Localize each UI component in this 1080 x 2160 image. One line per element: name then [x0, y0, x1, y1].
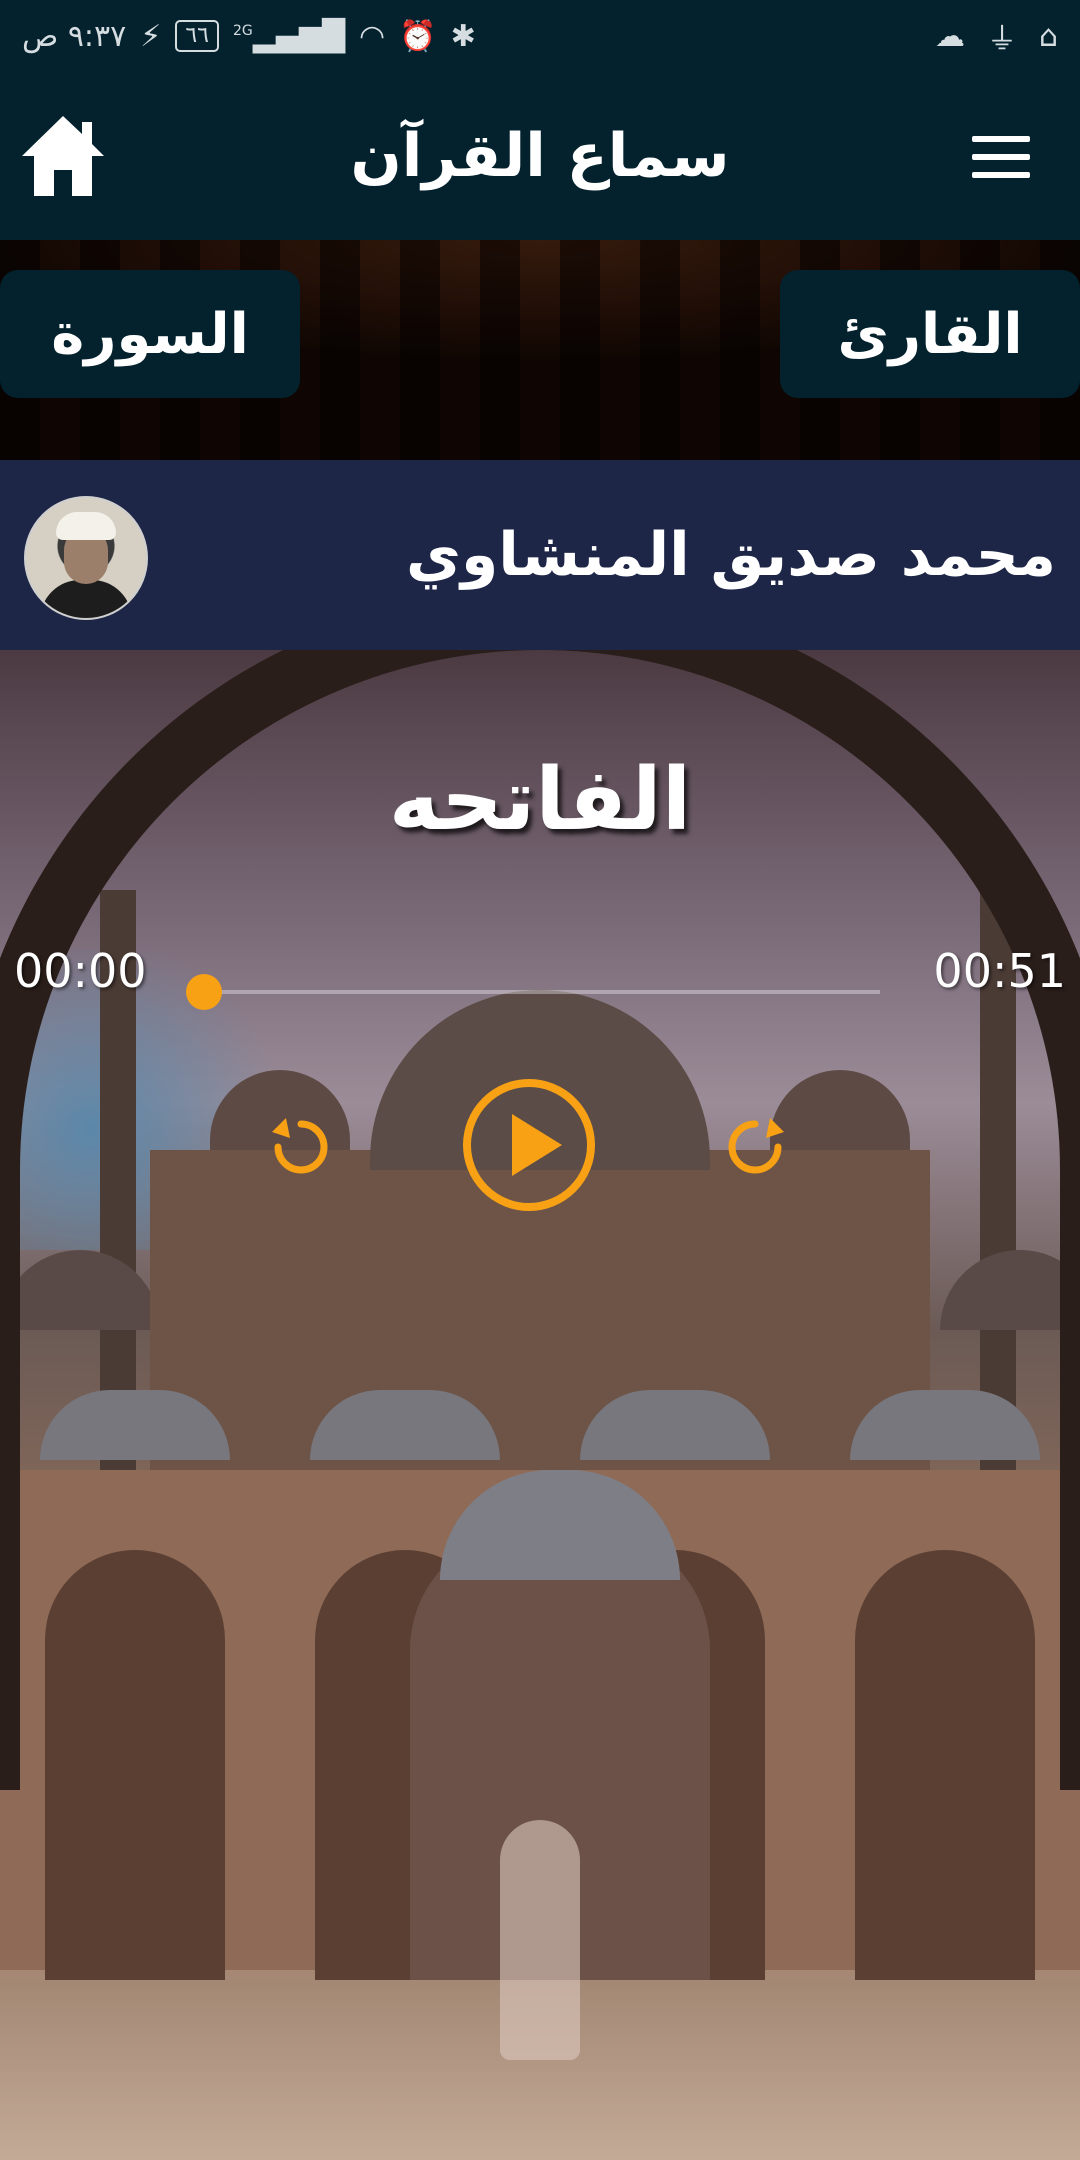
background-image-mosque: الفاتحه 00:00 00:51: [0, 650, 1080, 2160]
charging-icon: ⚡: [140, 18, 162, 54]
bluetooth-icon: ✱: [450, 18, 476, 54]
reader-bar[interactable]: محمد صديق المنشاوي: [0, 460, 1080, 650]
current-time: 00:00: [14, 944, 147, 998]
mosque-icon: ⌂: [1038, 18, 1058, 54]
rewind-icon[interactable]: [266, 1112, 336, 1182]
menu-line: [972, 172, 1030, 178]
usb-icon: ⏚: [986, 22, 1017, 57]
battery-icon: ٦٦: [175, 20, 219, 52]
status-bar-right: ☁ ⏚ ⌂: [935, 14, 1058, 58]
menu-line: [972, 136, 1030, 142]
person-figure: [500, 1820, 580, 2060]
alarm-icon: ⏰: [399, 18, 437, 54]
seek-bar-thumb[interactable]: [186, 974, 222, 1010]
status-bar-left: ٩:٣٧ ص ⚡ ٦٦ 2G▂▄▆█ ◠ ⏰ ✱: [22, 19, 476, 54]
cloud-icon: ☁: [934, 18, 965, 54]
clock: ٩:٣٧ ص: [22, 18, 127, 54]
surah-title: الفاتحه: [388, 750, 692, 850]
forward-icon[interactable]: [720, 1112, 790, 1182]
surah-button[interactable]: السورة: [0, 270, 300, 398]
avatar-body: [40, 580, 132, 618]
play-button[interactable]: [460, 1076, 598, 1214]
status-bar: ٩:٣٧ ص ⚡ ٦٦ 2G▂▄▆█ ◠ ⏰ ✱ ☁ ⏚ ⌂: [0, 0, 1080, 72]
seek-bar[interactable]: [200, 990, 880, 994]
reader-avatar: [24, 496, 148, 620]
signal-icon: 2G▂▄▆█: [232, 18, 346, 54]
network-type: 2G: [232, 22, 253, 39]
total-time: 00:51: [933, 944, 1066, 998]
app-bar: سماع القرآن: [0, 72, 1080, 240]
menu-line: [972, 154, 1030, 160]
menu-icon[interactable]: [972, 136, 1030, 180]
reader-name: محمد صديق المنشاوي: [406, 520, 1056, 590]
app-title: سماع القرآن: [350, 121, 730, 191]
wifi-icon: ◠: [359, 18, 386, 54]
avatar-turban: [56, 512, 116, 540]
reader-button[interactable]: القارئ: [780, 270, 1080, 398]
